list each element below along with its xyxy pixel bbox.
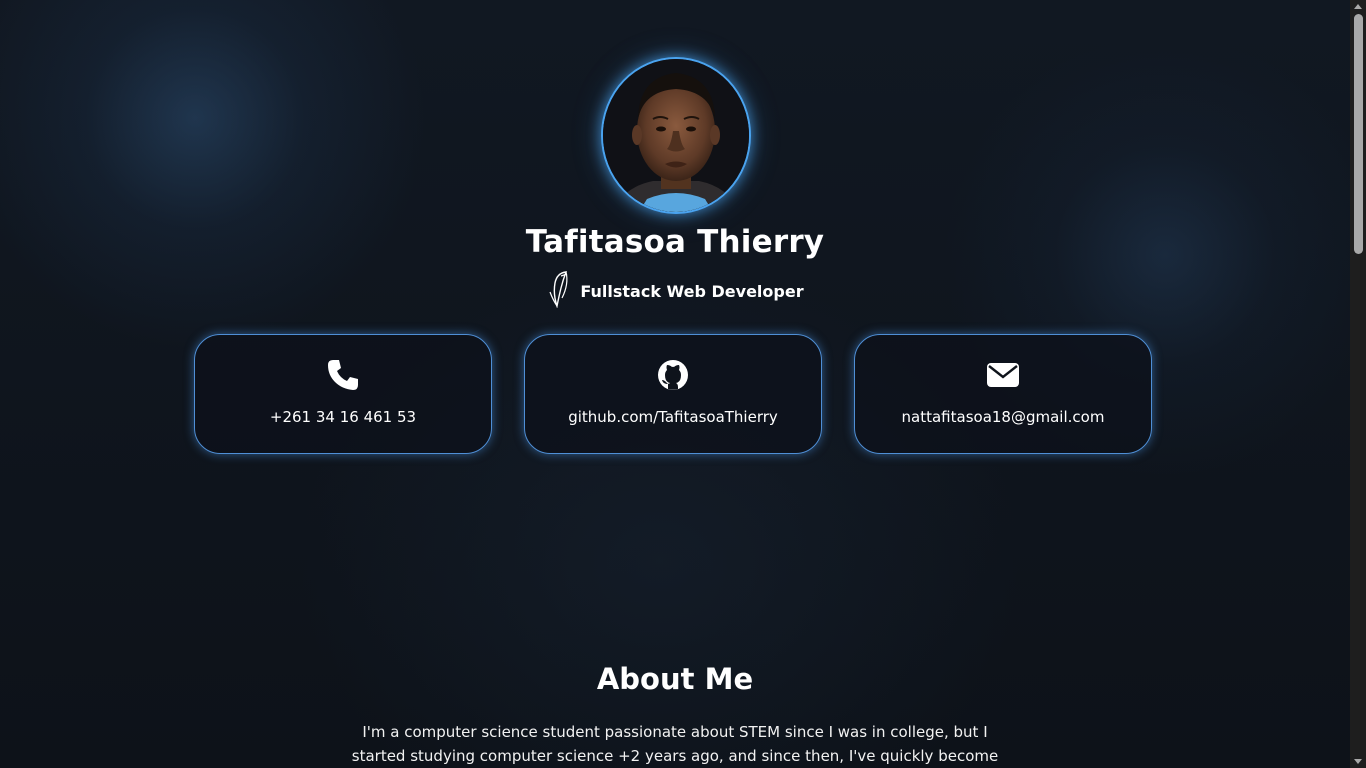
scrollbar-thumb[interactable] — [1354, 14, 1363, 254]
avatar — [601, 57, 751, 214]
about-line-1: I'm a computer science student passionat… — [362, 723, 988, 741]
profile-role: Fullstack Web Developer — [0, 270, 1350, 312]
contact-cards: +261 34 16 461 53 github.com/TafitasoaTh… — [194, 334, 1152, 454]
github-card[interactable]: github.com/TafitasoaThierry — [524, 334, 822, 454]
github-link[interactable]: github.com/TafitasoaThierry — [568, 408, 778, 426]
about-heading: About Me — [596, 662, 754, 696]
role-label: Fullstack Web Developer — [580, 281, 804, 301]
about-line-2: started studying computer science +2 yea… — [351, 747, 999, 765]
phone-number: +261 34 16 461 53 — [269, 408, 417, 426]
email-card[interactable]: nattafitasoa18@gmail.com — [854, 334, 1152, 454]
profile-name: Tafitasoa Thierry — [525, 224, 825, 260]
github-icon — [657, 357, 689, 393]
email-address[interactable]: nattafitasoa18@gmail.com — [902, 408, 1105, 426]
quill-icon — [546, 270, 572, 312]
phone-card[interactable]: +261 34 16 461 53 — [194, 334, 492, 454]
scroll-up-arrow-icon[interactable] — [1354, 4, 1362, 9]
scroll-down-arrow-icon[interactable] — [1354, 759, 1362, 764]
scrollbar[interactable] — [1350, 0, 1366, 768]
envelope-icon — [986, 357, 1020, 393]
about-paragraph: I'm a computer science student passionat… — [350, 720, 1000, 768]
phone-icon — [326, 357, 360, 393]
